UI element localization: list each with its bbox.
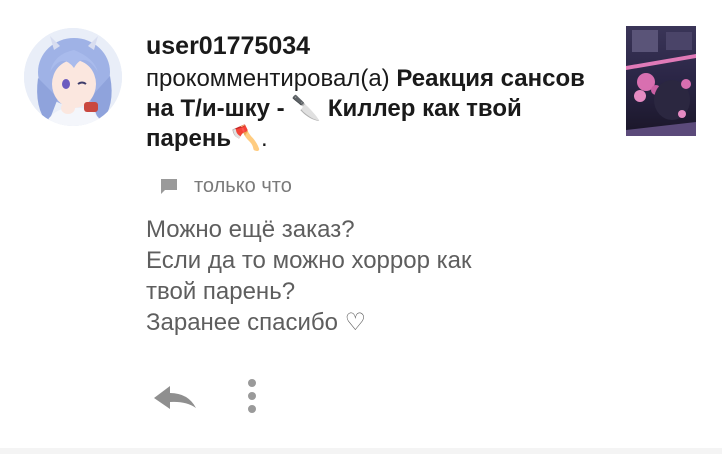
comment-body: Можно ещё заказ? Если да то можно хоррор… <box>146 214 616 338</box>
comment-line: твой парень? <box>146 278 296 305</box>
comment-icon <box>160 177 178 195</box>
timestamp: только что <box>194 174 292 197</box>
comment-line: Можно ещё заказ? <box>146 216 355 243</box>
notification-text: прокомментировал(а) Реакция сансов на Т/… <box>146 64 586 154</box>
username-link[interactable]: user01775034 <box>146 32 310 60</box>
comment-line: Если да то можно хоррор как <box>146 247 472 274</box>
more-options-button[interactable] <box>238 377 266 417</box>
action-text: прокомментировал(а) <box>146 65 390 92</box>
post-title-suffix: . <box>260 125 268 152</box>
user-avatar[interactable] <box>24 28 122 126</box>
notification-card[interactable]: user01775034 прокомментировал(а) Реакция… <box>0 0 722 454</box>
more-vertical-icon <box>248 379 256 413</box>
reply-icon <box>154 386 196 409</box>
reply-button[interactable] <box>150 380 200 414</box>
bottom-divider <box>0 448 722 454</box>
meta-row: только что <box>160 174 292 198</box>
post-thumbnail[interactable] <box>626 26 696 136</box>
comment-line: Заранее спасибо ♡ <box>146 309 367 336</box>
